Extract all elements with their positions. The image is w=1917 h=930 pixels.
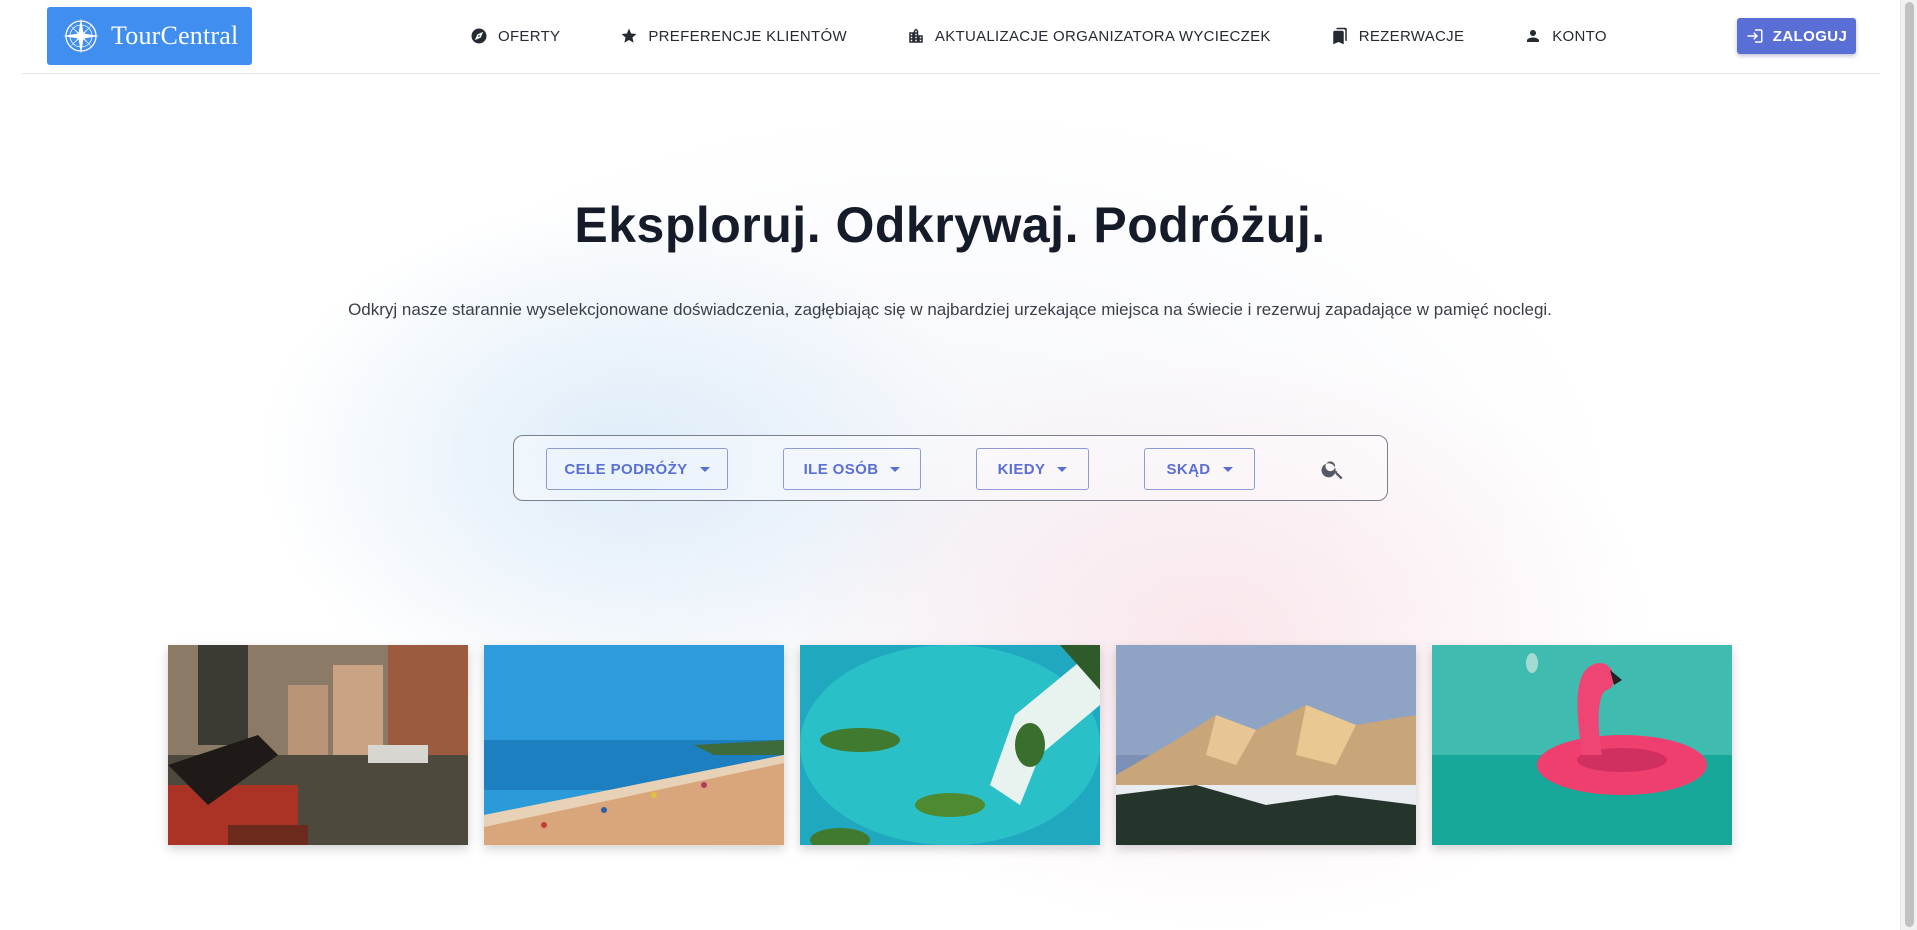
nav-item-konto[interactable]: KONTO — [1524, 18, 1607, 54]
bookmarks-icon — [1332, 27, 1347, 45]
caret-down-icon — [699, 466, 710, 472]
gallery-image-lagoon[interactable] — [800, 645, 1100, 845]
nav-label: REZERWACJE — [1358, 27, 1465, 45]
hero-subtitle: Odkryj nasze starannie wyselekcjonowane … — [348, 300, 1552, 319]
top-navbar: TourCentral OFERTY PREFERENCJE KLIENTÓW … — [22, 0, 1880, 74]
destinations-dropdown[interactable]: CELE PODRÓŻY — [546, 448, 728, 490]
person-icon — [1527, 30, 1540, 42]
dropdown-label: KIEDY — [997, 460, 1046, 478]
caret-down-icon — [890, 466, 901, 472]
gallery-image-mountains[interactable] — [1116, 645, 1416, 845]
login-label: ZALOGUJ — [1772, 27, 1848, 45]
nav-item-preferencje[interactable]: PREFERENCJE KLIENTÓW — [620, 18, 847, 54]
when-dropdown[interactable]: KIEDY — [976, 448, 1089, 490]
caret-down-icon — [1057, 466, 1068, 472]
nav-label: OFERTY — [498, 27, 561, 45]
main-nav: OFERTY PREFERENCJE KLIENTÓW AKTUALIZACJE… — [470, 0, 1607, 72]
nav-item-aktualizacje[interactable]: AKTUALIZACJE ORGANIZATORA WYCIECZEK — [907, 18, 1271, 54]
page-scrollbar[interactable] — [1900, 0, 1917, 930]
gallery-image-beach[interactable] — [484, 645, 784, 845]
guests-dropdown[interactable]: ILE OSÓB — [783, 448, 921, 490]
brand-name: TourCentral — [111, 21, 239, 50]
nav-item-rezerwacje[interactable]: REZERWACJE — [1331, 18, 1465, 54]
nav-label: AKTUALIZACJE ORGANIZATORA WYCIECZEK — [934, 27, 1271, 45]
search-bar: CELE PODRÓŻY ILE OSÓB KIEDY SKĄD — [513, 435, 1388, 501]
dropdown-label: ILE OSÓB — [803, 460, 879, 478]
sandy-beach-image — [484, 645, 784, 845]
caret-down-icon — [1222, 466, 1233, 472]
nav-item-oferty[interactable]: OFERTY — [470, 18, 560, 54]
brand-logo[interactable]: TourCentral — [47, 7, 252, 65]
scrollbar-thumb[interactable] — [1905, 2, 1914, 927]
star-icon — [621, 28, 637, 43]
nav-label: PREFERENCJE KLIENTÓW — [648, 27, 847, 45]
login-button[interactable]: ZALOGUJ — [1737, 18, 1856, 54]
venice-gondola-image — [168, 645, 468, 845]
nav-label: KONTO — [1552, 27, 1607, 45]
building-icon — [909, 28, 923, 43]
compass-rose-icon — [63, 18, 99, 54]
login-icon — [1747, 29, 1763, 43]
search-icon[interactable] — [1320, 456, 1346, 482]
from-dropdown[interactable]: SKĄD — [1144, 448, 1255, 490]
hero-title: Eksploruj. Odkrywaj. Podróżuj. — [574, 197, 1326, 253]
compass-icon — [471, 28, 487, 44]
snowy-mountains-image — [1116, 645, 1416, 845]
turquoise-lagoon-image — [800, 645, 1100, 845]
gallery-image-flamingo[interactable] — [1432, 645, 1732, 845]
dropdown-label: CELE PODRÓŻY — [564, 460, 688, 478]
destination-gallery — [168, 645, 1734, 845]
dropdown-label: SKĄD — [1166, 460, 1211, 478]
pink-flamingo-float-image — [1432, 645, 1732, 845]
gallery-image-venice[interactable] — [168, 645, 468, 845]
